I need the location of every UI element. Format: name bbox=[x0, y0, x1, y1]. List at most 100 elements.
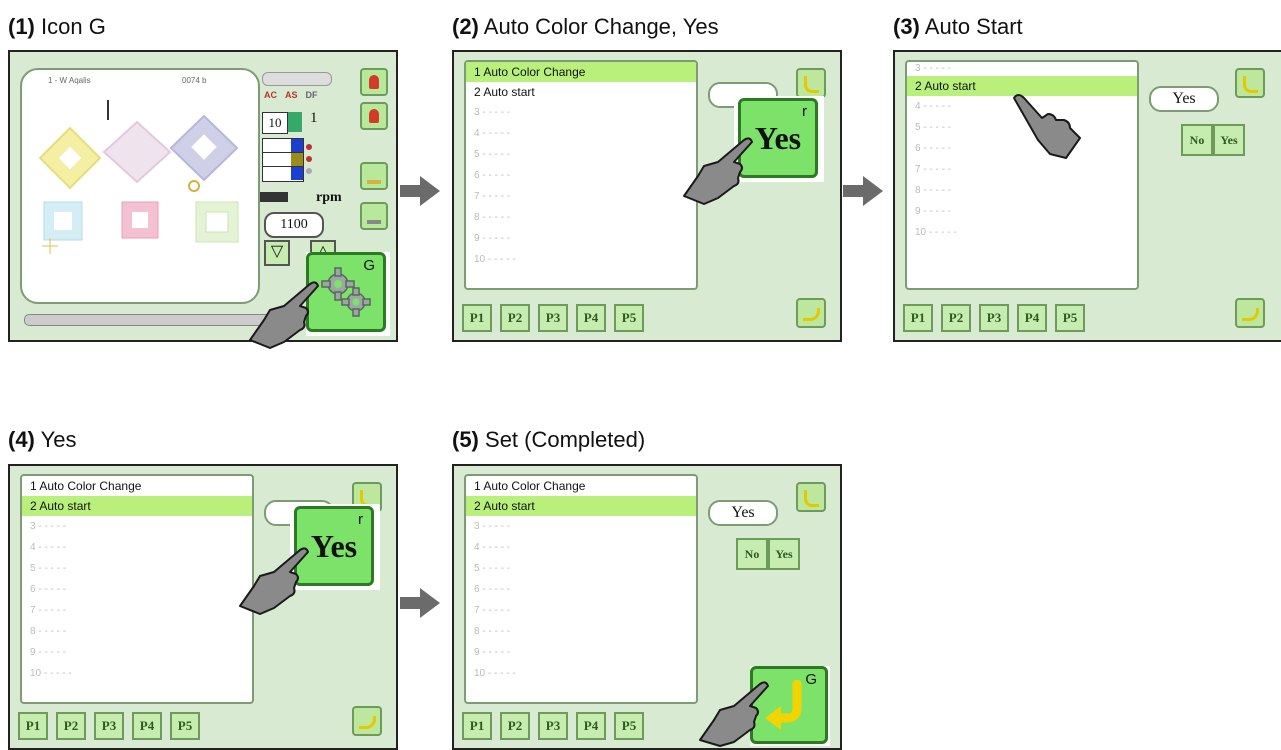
menu-item-empty: 8 - - - - - bbox=[915, 185, 952, 196]
yes-label: Yes bbox=[754, 119, 802, 156]
menu-item-auto-color-change[interactable]: 1 Auto Color Change bbox=[466, 62, 696, 82]
step-number: (2) bbox=[452, 14, 479, 39]
design-preview: 1 - W Aqalis 0074 b bbox=[20, 68, 260, 304]
page-tab-p5[interactable]: P5 bbox=[170, 712, 200, 740]
no-button[interactable]: No bbox=[1181, 124, 1213, 156]
page-tab-p2[interactable]: P2 bbox=[500, 304, 530, 332]
back-button[interactable] bbox=[796, 68, 826, 98]
color-sequence bbox=[262, 138, 304, 182]
pointing-hand-icon bbox=[699, 681, 769, 747]
menu-item-empty: 7 - - - - - bbox=[474, 605, 511, 616]
trace-icon-button[interactable] bbox=[360, 202, 388, 230]
page-tab-p4[interactable]: P4 bbox=[576, 712, 606, 740]
step-label: Yes bbox=[40, 427, 77, 452]
speed-down-button[interactable]: ▽ bbox=[264, 240, 290, 266]
page-tab-p2[interactable]: P2 bbox=[941, 304, 971, 332]
menu-item-empty: 5 - - - - - bbox=[474, 563, 511, 574]
design-info: 0074 b bbox=[182, 76, 207, 85]
step-2-title: (2) Auto Color Change, Yes bbox=[452, 14, 719, 40]
page-tab-p3[interactable]: P3 bbox=[538, 304, 568, 332]
menu-item-empty: 7 - - - - - bbox=[915, 164, 952, 175]
menu-item-empty: 6 - - - - - bbox=[30, 584, 67, 595]
menu-item-auto-start[interactable]: 2 Auto start bbox=[466, 82, 696, 102]
page-tabs: P1 P2 P3 P4 P5 bbox=[462, 304, 644, 332]
thread-icon-button[interactable] bbox=[360, 68, 388, 96]
step-3-title: (3) Auto Start bbox=[893, 14, 1023, 40]
step-1-title: (1) Icon G bbox=[8, 14, 106, 40]
page-tab-p1[interactable]: P1 bbox=[903, 304, 933, 332]
progress-indicator bbox=[262, 72, 332, 86]
needle-color bbox=[288, 112, 302, 132]
menu-item-empty: 8 - - - - - bbox=[474, 626, 511, 637]
page-tabs: P1 P2 P3 P4 P5 bbox=[903, 304, 1085, 332]
no-button[interactable]: No bbox=[736, 538, 768, 570]
menu-item-empty: 7 - - - - - bbox=[474, 191, 511, 202]
menu-item-empty: 10 - - - - - bbox=[915, 227, 957, 238]
flow-arrow-icon bbox=[843, 176, 883, 206]
menu-item-empty: 3 - - - - - bbox=[474, 521, 511, 532]
page-tab-p1[interactable]: P1 bbox=[462, 712, 492, 740]
yes-button[interactable]: Yes bbox=[768, 538, 800, 570]
step-label: Auto Start bbox=[924, 14, 1023, 39]
page-tab-p2[interactable]: P2 bbox=[56, 712, 86, 740]
needle-number: 10 bbox=[262, 112, 288, 134]
menu-item-empty: 4 - - - - - bbox=[474, 128, 511, 139]
count-value: 1 bbox=[310, 110, 318, 126]
set-button[interactable] bbox=[352, 706, 382, 736]
button-letter: r bbox=[358, 511, 363, 528]
needle-icon-button[interactable] bbox=[360, 102, 388, 130]
settings-screen-3: 3 - - - - - 2 Auto start 4 - - - - - 5 -… bbox=[893, 50, 1281, 342]
menu-item-empty: 4 - - - - - bbox=[474, 542, 511, 553]
set-button[interactable] bbox=[796, 298, 826, 328]
pointing-hand-icon bbox=[249, 281, 319, 349]
menu-item-empty: 9 - - - - - bbox=[474, 233, 511, 244]
page-tab-p5[interactable]: P5 bbox=[1055, 304, 1085, 332]
back-button[interactable] bbox=[796, 482, 826, 512]
step-number: (5) bbox=[452, 427, 479, 452]
page-tab-p1[interactable]: P1 bbox=[462, 304, 492, 332]
page-tab-p5[interactable]: P5 bbox=[614, 304, 644, 332]
frame-icon-button[interactable] bbox=[360, 162, 388, 190]
menu-item-empty: 6 - - - - - bbox=[474, 170, 511, 181]
menu-item-auto-start[interactable]: 2 Auto start bbox=[22, 496, 252, 516]
menu-item-auto-start[interactable]: 2 Auto start bbox=[466, 496, 696, 516]
page-tab-p4[interactable]: P4 bbox=[576, 304, 606, 332]
menu-item-empty: 10 - - - - - bbox=[474, 254, 516, 265]
page-tabs: P1 P2 P3 P4 P5 bbox=[462, 712, 644, 740]
step-label: Set (Completed) bbox=[485, 427, 646, 452]
pointing-hand-icon bbox=[239, 547, 309, 615]
flow-arrow-icon bbox=[400, 176, 440, 206]
settings-screen-2: 1 Auto Color Change 2 Auto start 3 - - -… bbox=[452, 50, 842, 342]
page-tab-p1[interactable]: P1 bbox=[18, 712, 48, 740]
menu-item-auto-color-change[interactable]: 1 Auto Color Change bbox=[22, 476, 252, 496]
page-tab-p5[interactable]: P5 bbox=[614, 712, 644, 740]
page-tab-p4[interactable]: P4 bbox=[132, 712, 162, 740]
current-value-box: Yes bbox=[708, 500, 778, 526]
pointing-hand-icon bbox=[683, 137, 753, 205]
menu-item-empty: 7 - - - - - bbox=[30, 605, 67, 616]
set-button[interactable] bbox=[1235, 298, 1265, 328]
step-4-title: (4) Yes bbox=[8, 427, 77, 453]
status-indicators: AC AS DF bbox=[264, 90, 318, 100]
page-tab-p2[interactable]: P2 bbox=[500, 712, 530, 740]
design-name: 1 - W Aqalis bbox=[48, 76, 91, 85]
back-button[interactable] bbox=[1235, 68, 1265, 98]
menu-item-empty: 3 - - - - - bbox=[915, 63, 952, 74]
rpm-label: rpm bbox=[316, 190, 342, 205]
button-letter: G bbox=[363, 257, 375, 274]
menu-item-empty: 9 - - - - - bbox=[915, 206, 952, 217]
flow-arrow-icon bbox=[400, 588, 440, 618]
page-tab-p4[interactable]: P4 bbox=[1017, 304, 1047, 332]
menu-item-empty: 5 - - - - - bbox=[474, 149, 511, 160]
menu-item-empty: 3 - - - - - bbox=[474, 107, 511, 118]
menu-item-empty: 8 - - - - - bbox=[30, 626, 67, 637]
page-tabs: P1 P2 P3 P4 P5 bbox=[18, 712, 200, 740]
menu-item-auto-color-change[interactable]: 1 Auto Color Change bbox=[466, 476, 696, 496]
page-tab-p3[interactable]: P3 bbox=[538, 712, 568, 740]
page-tab-p3[interactable]: P3 bbox=[979, 304, 1009, 332]
page-tab-p3[interactable]: P3 bbox=[94, 712, 124, 740]
yes-button[interactable]: Yes bbox=[1213, 124, 1245, 156]
menu-item-empty: 3 - - - - - bbox=[30, 521, 67, 532]
menu-item-empty: 8 - - - - - bbox=[474, 212, 511, 223]
button-letter: r bbox=[802, 103, 807, 120]
